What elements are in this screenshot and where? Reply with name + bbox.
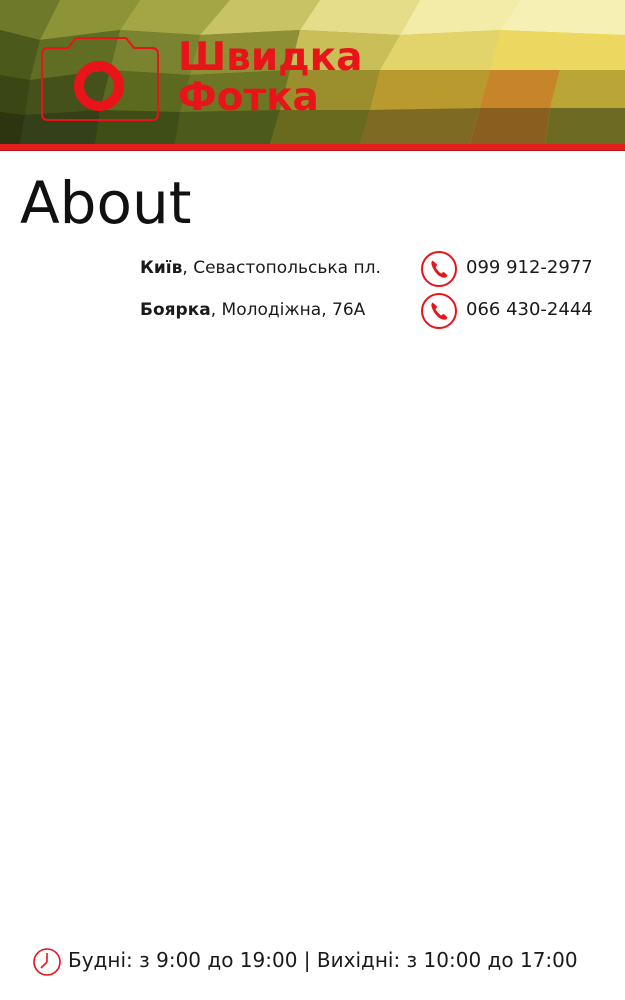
camera-icon [41, 37, 159, 121]
page-title: About [20, 169, 192, 237]
working-hours-text: Будні: з 9:00 до 19:00 | Вихідні: з 10:0… [68, 948, 578, 972]
clock-icon [33, 948, 61, 976]
logo[interactable]: Швидка Фотка [40, 34, 370, 126]
contact-row-kyiv: Київ, Севастопольська пл. 099 912-2977 [140, 250, 610, 292]
working-hours: Будні: з 9:00 до 19:00 | Вихідні: з 10:0… [32, 945, 612, 977]
phone-icon[interactable] [420, 250, 458, 288]
contact-row-boyarka: Боярка, Молодіжна, 76А 066 430-2444 [140, 292, 610, 334]
contact-address: Київ, Севастопольська пл. [140, 258, 381, 278]
logo-line2: Фотка [178, 75, 319, 120]
contact-city: Київ [140, 258, 183, 278]
contact-street: , Севастопольська пл. [182, 258, 381, 278]
logo-line1: Швидка [178, 35, 363, 80]
page: Швидка Фотка About Київ, Севастопольська… [0, 0, 625, 1000]
contact-street: , Молодіжна, 76А [210, 300, 366, 320]
header-banner: Швидка Фотка [0, 0, 625, 144]
contact-address: Боярка, Молодіжна, 76А [140, 300, 365, 320]
phone-number[interactable]: 099 912-2977 [466, 257, 593, 278]
logo-text: Швидка Фотка [178, 38, 362, 118]
header-divider [0, 144, 625, 151]
contacts-list: Київ, Севастопольська пл. 099 912-2977 Б… [140, 250, 610, 334]
phone-number[interactable]: 066 430-2444 [466, 299, 593, 320]
contact-city: Боярка [140, 300, 211, 320]
phone-icon[interactable] [420, 292, 458, 330]
